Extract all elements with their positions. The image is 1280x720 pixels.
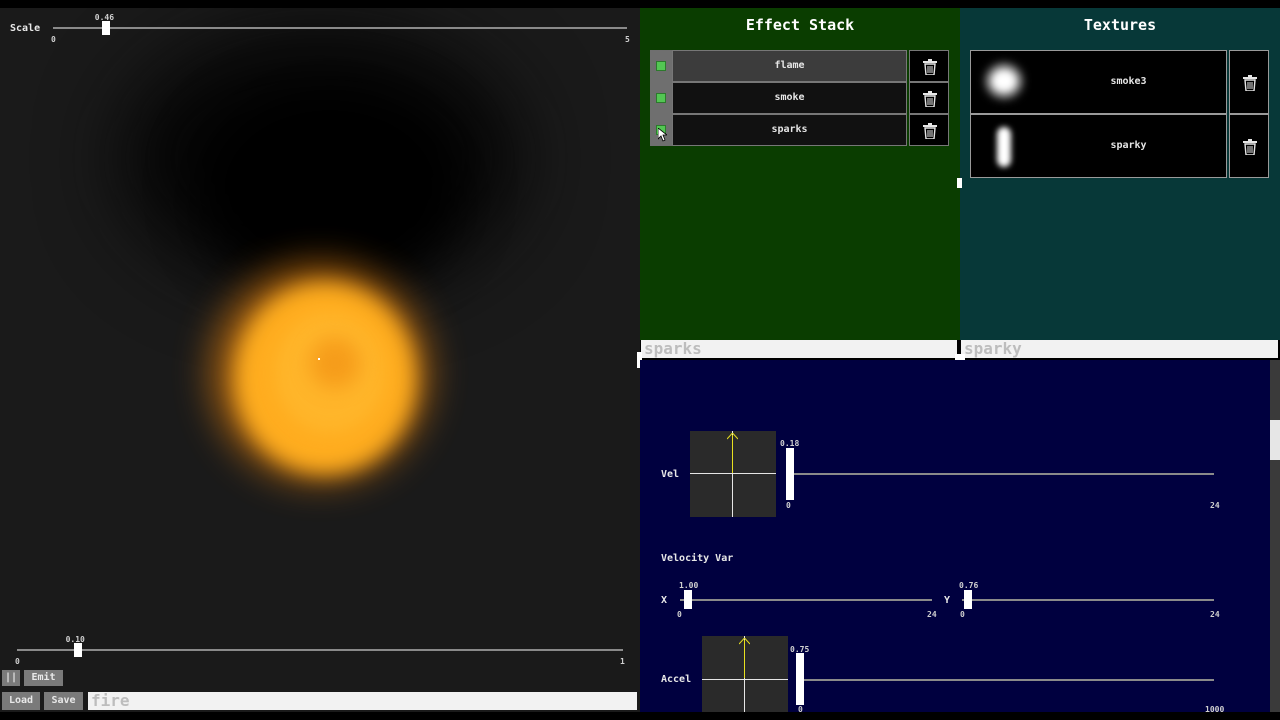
accel-min: 0 [798, 705, 803, 714]
properties-scrollbar[interactable] [1270, 360, 1280, 712]
texture-label: smoke3 [1110, 76, 1147, 87]
trash-icon [1243, 139, 1257, 155]
texture-cell[interactable]: sparky [970, 114, 1227, 178]
vel-slider-thumb[interactable] [786, 448, 794, 500]
stack-item-label[interactable]: flame [672, 50, 907, 82]
vel-max: 24 [1210, 501, 1220, 510]
velocity-var-y-label: Y [944, 595, 951, 606]
bottom-slider-value: 0.10 [65, 635, 85, 644]
accel-slider-thumb[interactable] [796, 653, 804, 705]
stack-item-enable-cell[interactable] [650, 50, 672, 82]
velocity-var-x-thumb[interactable] [684, 590, 692, 609]
velocity-var-y-thumb[interactable] [964, 590, 972, 609]
accel-direction-arrow [744, 640, 745, 678]
scale-max: 5 [625, 35, 630, 44]
vel-label: Vel [661, 469, 680, 480]
trash-icon [923, 59, 937, 75]
emitter-origin [318, 358, 320, 360]
velocity-var-x-value: 1.00 [679, 581, 699, 590]
load-button[interactable]: Load [2, 692, 40, 710]
scale-min: 0 [51, 35, 56, 44]
smoke-thumb-icon [981, 59, 1027, 105]
delete-smoke-button[interactable] [909, 82, 949, 114]
texture-cell[interactable]: smoke3 [970, 50, 1227, 114]
flame-hot [310, 338, 360, 388]
arrow-up-icon [727, 433, 738, 440]
accel-slider-track[interactable] [798, 679, 1214, 681]
enable-checkbox[interactable] [656, 61, 666, 71]
properties-scrollbar-thumb[interactable] [1270, 420, 1280, 460]
vel-direction-arrow [732, 435, 733, 473]
trash-icon [923, 123, 937, 139]
save-button[interactable]: Save [44, 692, 83, 710]
velocity-var-x-track[interactable] [680, 599, 932, 601]
selected-texture-name-field[interactable]: sparky [961, 340, 1278, 358]
pause-button[interactable]: || [2, 670, 20, 686]
bottom-slider-track[interactable] [17, 649, 623, 651]
velocity-var-label: Velocity Var [661, 553, 734, 564]
bottom-slider-min: 0 [15, 657, 20, 666]
particle-viewport[interactable]: Scale 0.46 0 5 0.10 0 1 || Emit Load Sav… [0, 8, 640, 712]
velocity-var-x-label: X [661, 595, 668, 606]
enable-checkbox[interactable] [656, 93, 666, 103]
mouse-cursor-icon [658, 128, 667, 142]
trash-icon [923, 91, 937, 107]
velocity-var-y-min: 0 [960, 610, 965, 619]
emit-button[interactable]: Emit [24, 670, 63, 686]
vel-slider-track[interactable] [788, 473, 1214, 475]
scale-label: Scale [10, 23, 41, 34]
accel-max: 1000 [1205, 705, 1225, 714]
stack-item-enable-cell[interactable] [650, 82, 672, 114]
velocity-var-y-track[interactable] [962, 599, 1214, 601]
velocity-var-x-max: 24 [927, 610, 937, 619]
stack-item-smoke[interactable]: smoke [650, 82, 950, 114]
velocity-var-x-min: 0 [677, 610, 682, 619]
bottom-slider-max: 1 [620, 657, 625, 666]
velocity-var-y-max: 24 [1210, 610, 1220, 619]
accel-label: Accel [661, 674, 692, 685]
bottom-slider-thumb[interactable] [73, 643, 82, 657]
delete-texture-smoke3-button[interactable] [1229, 50, 1269, 114]
effect-stack-title: Effect Stack [745, 16, 855, 34]
stack-item-label[interactable]: smoke [672, 82, 907, 114]
delete-flame-button[interactable] [909, 50, 949, 82]
vel-direction-pad[interactable] [690, 431, 776, 517]
vel-value: 0.18 [780, 439, 800, 448]
trash-icon [1243, 75, 1257, 91]
panel-splitter-handle[interactable] [957, 178, 962, 188]
scale-slider-thumb[interactable] [101, 21, 110, 35]
spark-thumb-icon [993, 123, 1015, 171]
texture-item-smoke3[interactable]: smoke3 [970, 50, 1270, 114]
arrow-up-icon [739, 638, 750, 645]
texture-item-sparky[interactable]: sparky [970, 114, 1270, 178]
stack-item-sparks[interactable]: sparks [650, 114, 950, 146]
accel-direction-pad[interactable] [702, 636, 788, 712]
stack-item-flame[interactable]: flame [650, 50, 950, 82]
textures-title: Textures [1083, 16, 1157, 34]
scale-value: 0.46 [94, 13, 115, 22]
velocity-var-y-value: 0.76 [959, 581, 979, 590]
texture-label: sparky [1110, 140, 1147, 151]
scale-slider-track[interactable] [53, 27, 627, 29]
delete-texture-sparky-button[interactable] [1229, 114, 1269, 178]
stack-item-label[interactable]: sparks [672, 114, 907, 146]
vel-min: 0 [786, 501, 791, 510]
smoke-cloud-core [200, 88, 460, 288]
delete-sparks-button[interactable] [909, 114, 949, 146]
selected-effect-name-field[interactable]: sparks [641, 340, 957, 358]
effect-name-field[interactable]: fire [88, 692, 637, 710]
